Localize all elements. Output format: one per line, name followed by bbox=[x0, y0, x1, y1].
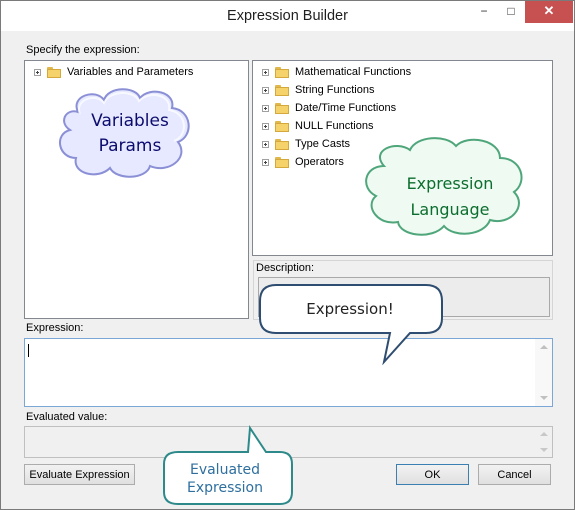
description-box bbox=[258, 277, 550, 317]
title-bar: Expression Builder − □ ✕ bbox=[1, 1, 574, 31]
expand-icon[interactable] bbox=[34, 68, 41, 76]
scroll-down-icon[interactable] bbox=[540, 396, 548, 400]
tree-item-label: Type Casts bbox=[295, 138, 351, 150]
text-cursor bbox=[28, 344, 29, 357]
folder-icon bbox=[47, 66, 61, 78]
expression-builder-window: Expression Builder − □ ✕ Specify the exp… bbox=[0, 0, 575, 510]
maximize-button[interactable]: □ bbox=[498, 1, 524, 23]
tree-item-label: NULL Functions bbox=[295, 120, 374, 132]
tree-item-string-functions[interactable]: String Functions bbox=[262, 82, 374, 98]
tree-item-datetime-functions[interactable]: Date/Time Functions bbox=[262, 100, 396, 116]
expand-icon[interactable] bbox=[262, 86, 269, 94]
tree-item-variables-and-parameters[interactable]: Variables and Parameters bbox=[34, 64, 193, 80]
description-label: Description: bbox=[254, 262, 317, 274]
expand-icon[interactable] bbox=[262, 68, 269, 76]
folder-icon bbox=[275, 156, 289, 168]
expand-icon[interactable] bbox=[262, 158, 269, 166]
ok-button[interactable]: OK bbox=[396, 464, 469, 485]
folder-icon bbox=[275, 138, 289, 150]
folder-icon bbox=[275, 102, 289, 114]
scroll-up-icon[interactable] bbox=[540, 345, 548, 349]
tree-item-label: String Functions bbox=[295, 84, 375, 96]
specify-label: Specify the expression: bbox=[26, 44, 140, 56]
folder-icon bbox=[275, 84, 289, 96]
tree-item-label: Operators bbox=[295, 156, 344, 168]
tree-item-label: Date/Time Functions bbox=[295, 102, 397, 114]
expression-scrollbar[interactable] bbox=[535, 339, 552, 406]
expand-icon[interactable] bbox=[262, 122, 269, 130]
evaluate-expression-button[interactable]: Evaluate Expression bbox=[24, 464, 135, 485]
functions-tree[interactable]: Mathematical Functions String Functions … bbox=[252, 60, 553, 256]
tree-item-label: Variables and Parameters bbox=[67, 66, 194, 78]
expression-input[interactable] bbox=[24, 338, 553, 407]
tree-item-operators[interactable]: Operators bbox=[262, 154, 344, 170]
scroll-down-icon[interactable] bbox=[540, 448, 548, 452]
folder-icon bbox=[275, 66, 289, 78]
close-button[interactable]: ✕ bbox=[525, 1, 573, 23]
folder-icon bbox=[275, 120, 289, 132]
tree-item-mathematical-functions[interactable]: Mathematical Functions bbox=[262, 64, 411, 80]
minimize-button[interactable]: − bbox=[471, 1, 497, 23]
evaluated-value-box bbox=[24, 426, 553, 458]
tree-item-null-functions[interactable]: NULL Functions bbox=[262, 118, 373, 134]
cancel-button[interactable]: Cancel bbox=[478, 464, 551, 485]
evaluated-scrollbar[interactable] bbox=[535, 427, 552, 457]
tree-item-label: Mathematical Functions bbox=[295, 66, 412, 78]
expression-label: Expression: bbox=[26, 322, 84, 334]
scroll-up-icon[interactable] bbox=[540, 432, 548, 436]
variables-tree[interactable]: Variables and Parameters bbox=[24, 60, 249, 319]
expand-icon[interactable] bbox=[262, 140, 269, 148]
evaluated-label: Evaluated value: bbox=[26, 411, 108, 423]
expand-icon[interactable] bbox=[262, 104, 269, 112]
tree-item-type-casts[interactable]: Type Casts bbox=[262, 136, 350, 152]
